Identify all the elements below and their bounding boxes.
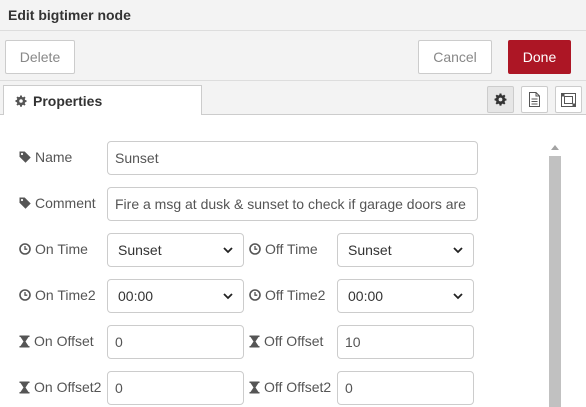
comment-field[interactable]	[107, 187, 478, 221]
triangle-up-icon	[551, 144, 559, 150]
chevron-down-icon	[223, 292, 233, 299]
on-time-label: On Time	[19, 239, 88, 259]
chevron-down-icon	[223, 246, 233, 253]
on-offset2-label: On Offset2	[19, 377, 101, 397]
clock-icon	[19, 289, 31, 301]
cancel-button[interactable]: Cancel	[418, 40, 492, 74]
name-label: Name	[19, 147, 72, 167]
on-time2-select[interactable]: 00:00	[107, 279, 244, 313]
tray-toolbar: Delete Cancel Done	[0, 31, 586, 81]
comment-label: Comment	[19, 193, 96, 213]
scroll-up-arrow[interactable]	[548, 141, 562, 153]
chevron-down-icon	[453, 246, 463, 253]
tag-icon	[19, 151, 31, 163]
gear-icon	[15, 95, 27, 107]
scrollbar-thumb[interactable]	[549, 156, 561, 407]
off-time2-select[interactable]: 00:00	[337, 279, 474, 313]
on-offset2-field[interactable]	[107, 371, 244, 405]
hourglass-icon	[19, 335, 30, 347]
off-time-select[interactable]: Sunset	[337, 233, 474, 267]
description-tab-button[interactable]	[521, 86, 548, 113]
off-offset-field[interactable]	[337, 325, 474, 359]
off-offset2-field[interactable]	[337, 371, 474, 405]
tab-bar: Properties	[0, 81, 586, 116]
delete-button[interactable]: Delete	[5, 40, 75, 74]
tab-properties[interactable]: Properties	[3, 85, 202, 116]
on-offset-label: On Offset	[19, 331, 94, 351]
hourglass-icon	[249, 381, 260, 393]
clock-icon	[249, 243, 261, 255]
chevron-down-icon	[453, 292, 463, 299]
off-offset2-label: Off Offset2	[249, 377, 331, 397]
window-maximize-icon	[561, 92, 576, 107]
clock-icon	[19, 243, 31, 255]
off-time-label: Off Time	[249, 239, 318, 259]
tray-title: Edit bigtimer node	[8, 7, 131, 23]
done-button[interactable]: Done	[508, 40, 571, 74]
file-text-icon	[529, 92, 540, 107]
tab-properties-label: Properties	[33, 93, 103, 109]
appearance-tab-button[interactable]	[555, 86, 582, 113]
settings-tab-button[interactable]	[487, 86, 514, 113]
hourglass-icon	[249, 335, 260, 347]
on-offset-field[interactable]	[107, 325, 244, 359]
name-field[interactable]	[107, 141, 478, 175]
off-time2-label: Off Time2	[249, 285, 325, 305]
tag-icon	[19, 197, 31, 209]
hourglass-icon	[19, 381, 30, 393]
tray-header: Edit bigtimer node	[0, 0, 586, 31]
on-time2-label: On Time2	[19, 285, 96, 305]
off-offset-label: Off Offset	[249, 331, 323, 351]
on-time-select[interactable]: Sunset	[107, 233, 244, 267]
clock-icon	[249, 289, 261, 301]
gear-icon	[494, 93, 507, 106]
